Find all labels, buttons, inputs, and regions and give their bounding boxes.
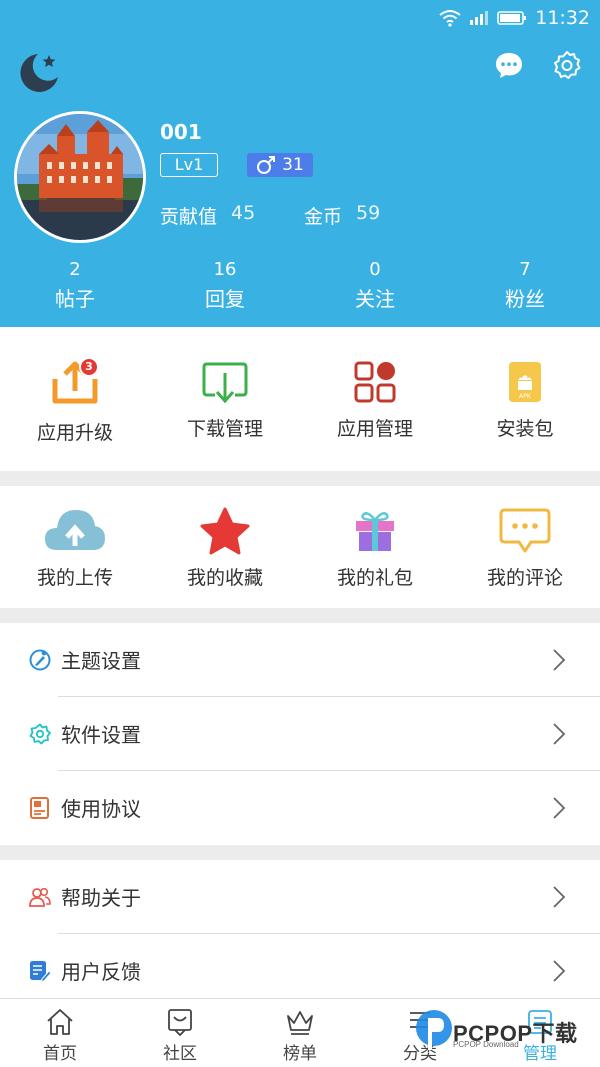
- chevron-right-icon: [552, 885, 566, 909]
- row-help-about[interactable]: 帮助关于: [0, 860, 600, 934]
- stat-label: 回复: [205, 287, 245, 311]
- profile-screen: 11:32 001 Lv1 31 贡献值 45 金币 59 2 帖子 16 回复…: [0, 0, 600, 1067]
- nav-ranking[interactable]: 榜单: [240, 999, 360, 1067]
- stat-following[interactable]: 0 关注: [300, 258, 450, 314]
- level-badge: Lv1: [160, 153, 218, 177]
- tool-label: 应用升级: [36, 422, 113, 444]
- my-comments[interactable]: 我的评论: [450, 486, 600, 608]
- night-mode-icon[interactable]: [16, 50, 62, 96]
- my-favorites[interactable]: 我的收藏: [150, 486, 300, 608]
- personal-label: 我的收藏: [186, 567, 263, 589]
- agreement-icon: [29, 797, 51, 819]
- svg-text:APK: APK: [519, 393, 532, 400]
- row-label: 帮助关于: [61, 886, 141, 910]
- nav-label: 社区: [163, 1044, 197, 1064]
- status-bar: 11:32: [439, 6, 590, 30]
- tool-label: 应用管理: [336, 418, 413, 440]
- avatar[interactable]: [14, 111, 146, 243]
- contribution-label: 贡献值: [160, 206, 218, 228]
- tool-app-upgrade[interactable]: 3 应用升级: [0, 327, 150, 471]
- row-user-feedback[interactable]: 用户反馈: [0, 934, 600, 1008]
- contribution-value: 45: [231, 202, 256, 224]
- stat-label: 帖子: [55, 287, 95, 311]
- status-time: 11:32: [535, 7, 590, 29]
- coins-label: 金币: [304, 206, 343, 228]
- help-list: 帮助关于 用户反馈: [0, 860, 600, 998]
- message-icon[interactable]: [494, 50, 524, 80]
- comment-icon: [499, 508, 551, 554]
- row-label: 使用协议: [61, 797, 141, 821]
- settings-list: 主题设置 软件设置 使用协议: [0, 623, 600, 845]
- contribution-metric: 贡献值 45: [160, 202, 255, 229]
- stat-value: 2: [69, 259, 81, 280]
- personal-label: 我的上传: [36, 567, 113, 589]
- my-gift-packs[interactable]: 我的礼包: [300, 486, 450, 608]
- gender-value: 31: [282, 155, 304, 175]
- wifi-icon: [439, 10, 461, 27]
- personal-label: 我的礼包: [336, 567, 413, 589]
- settings-gear-icon[interactable]: [552, 50, 582, 80]
- gift-icon: [355, 510, 395, 552]
- tool-install-package[interactable]: APK 安装包: [450, 327, 600, 471]
- personal-label: 我的评论: [486, 567, 563, 589]
- battery-icon: [497, 11, 527, 25]
- chevron-right-icon: [552, 722, 566, 746]
- stat-label: 粉丝: [505, 287, 545, 311]
- row-theme-settings[interactable]: 主题设置: [0, 623, 600, 697]
- stat-value: 7: [519, 259, 531, 280]
- crown-icon: [285, 1008, 315, 1036]
- personal-grid: 我的上传 我的收藏 我的礼包 我的评论: [0, 486, 600, 608]
- settings-flower-icon: [29, 723, 51, 745]
- my-uploads[interactable]: 我的上传: [0, 486, 150, 608]
- nav-label: 首页: [43, 1044, 77, 1064]
- nav-community[interactable]: 社区: [120, 999, 240, 1067]
- signal-icon: [470, 11, 489, 25]
- tools-grid: 3 应用升级 下载管理 应用管理 APK 安装包: [0, 327, 600, 471]
- chevron-right-icon: [552, 648, 566, 672]
- header-actions: [494, 50, 582, 80]
- download-icon: [201, 361, 249, 405]
- male-icon: [257, 156, 276, 174]
- nav-label: 榜单: [283, 1044, 317, 1064]
- home-icon: [45, 1008, 75, 1036]
- nav-home[interactable]: 首页: [0, 999, 120, 1067]
- coins-value: 59: [356, 202, 381, 224]
- tool-app-manager[interactable]: 应用管理: [300, 327, 450, 471]
- apk-icon: APK: [509, 362, 541, 402]
- stat-value: 0: [369, 259, 381, 280]
- star-icon: [199, 506, 251, 556]
- cloud-upload-icon: [43, 506, 107, 554]
- coins-metric: 金币 59: [304, 202, 380, 229]
- row-label: 用户反馈: [61, 960, 141, 984]
- tool-label: 下载管理: [186, 418, 263, 440]
- row-label: 主题设置: [61, 649, 141, 673]
- tool-label: 安装包: [496, 418, 554, 440]
- apps-grid-icon: [354, 361, 396, 403]
- users-icon: [29, 886, 51, 908]
- tool-download-manager[interactable]: 下载管理: [150, 327, 300, 471]
- community-icon: [165, 1008, 195, 1037]
- row-software-settings[interactable]: 软件设置: [0, 697, 600, 771]
- username: 001: [160, 120, 202, 144]
- profile-stats: 2 帖子 16 回复 0 关注 7 粉丝: [0, 258, 600, 314]
- theme-icon: [29, 649, 51, 671]
- stat-posts[interactable]: 2 帖子: [0, 258, 150, 314]
- stat-value: 16: [213, 259, 237, 280]
- stat-label: 关注: [355, 287, 395, 311]
- chevron-right-icon: [552, 796, 566, 820]
- chevron-right-icon: [552, 959, 566, 983]
- notification-badge: 3: [79, 357, 99, 377]
- gender-badge: 31: [247, 153, 313, 177]
- watermark-subtext: PCPOP Download: [453, 1040, 519, 1049]
- feedback-icon: [29, 960, 52, 983]
- row-label: 软件设置: [61, 723, 141, 747]
- stat-replies[interactable]: 16 回复: [150, 258, 300, 314]
- stat-fans[interactable]: 7 粉丝: [450, 258, 600, 314]
- row-user-agreement[interactable]: 使用协议: [0, 771, 600, 845]
- profile-header: 11:32 001 Lv1 31 贡献值 45 金币 59 2 帖子 16 回复…: [0, 0, 600, 327]
